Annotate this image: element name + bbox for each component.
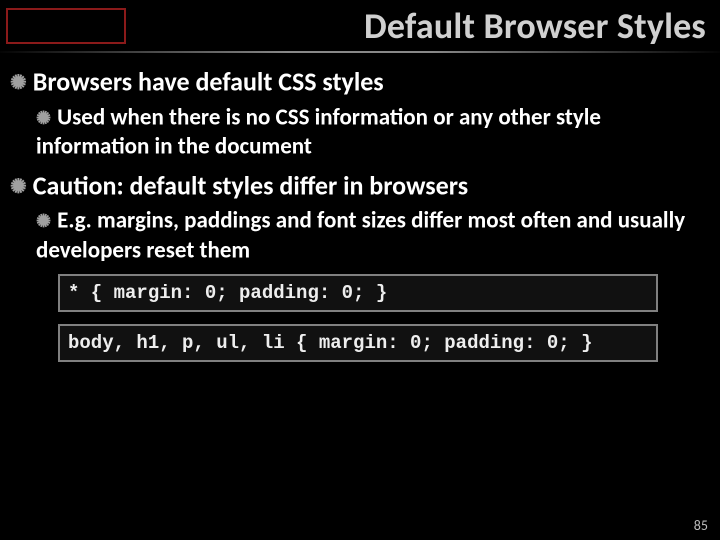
burst-icon: ✺: [10, 73, 27, 93]
bullet-text: Caution: default styles differ in browse…: [33, 169, 468, 201]
burst-icon: ✺: [36, 212, 51, 230]
logo-placeholder: [6, 8, 126, 44]
bullet-level2: ✺E.g. margins, paddings and font sizes d…: [36, 205, 712, 264]
bullet-text: E.g. margins, paddings and font sizes di…: [36, 207, 685, 264]
bullet-level1: ✺ Browsers have default CSS styles: [10, 63, 712, 98]
title-underline: [0, 51, 720, 53]
page-number: 85: [694, 517, 708, 534]
bullet-level1: ✺ Caution: default styles differ in brows…: [10, 167, 712, 202]
burst-icon: ✺: [10, 177, 27, 197]
slide-body: ✺Browsers have default CSS styles ✺Used …: [0, 63, 720, 362]
burst-icon: ✺: [36, 109, 51, 127]
code-block: * { margin: 0; padding: 0; }: [58, 274, 658, 312]
bullet-text: Used when there is no CSS information or…: [36, 103, 601, 160]
code-block: body, h1, p, ul, li { margin: 0; padding…: [58, 324, 658, 362]
bullet-text: Browsers have default CSS styles: [33, 66, 384, 98]
bullet-level2: ✺Used when there is no CSS information o…: [36, 102, 712, 161]
